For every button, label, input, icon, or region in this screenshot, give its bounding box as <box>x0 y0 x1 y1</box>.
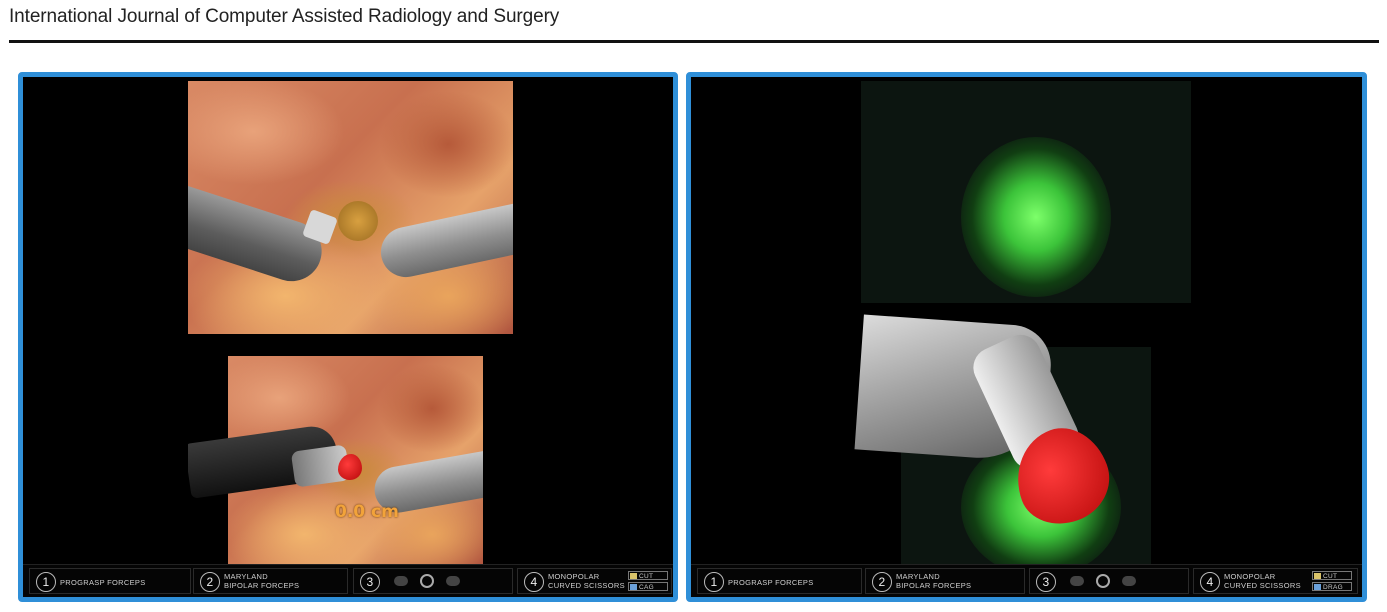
bipolar-instrument <box>376 199 513 282</box>
tissue-nodule <box>338 201 378 241</box>
arm-slot-4: 4 MONOPOLAR CURVED SCISSORS CUT CAG <box>517 568 672 594</box>
arm-number-1: 1 <box>36 572 56 592</box>
arm-number-1: 1 <box>704 572 724 592</box>
camera-scope-icon <box>1096 574 1110 588</box>
journal-title: International Journal of Computer Assist… <box>9 6 560 27</box>
energy-coag-tag: CAG <box>628 582 668 591</box>
left-console-status-bar: 1 PROGRASP FORCEPS 2 MARYLAND BIPOLAR FO… <box>23 564 673 597</box>
arm-slot-4: 4 MONOPOLAR CURVED SCISSORS CUT DRAG <box>1193 568 1358 594</box>
arm-label-1: PROGRASP FORCEPS <box>60 578 146 587</box>
arm-slot-1: 1 PROGRASP FORCEPS <box>697 568 862 594</box>
tumor-overlay-red <box>338 454 362 480</box>
camera-zoom-in-icon <box>446 576 460 586</box>
energy-cut-tag: CUT <box>1312 571 1352 580</box>
camera-zoom-out-icon <box>394 576 408 586</box>
energy-drag-tag: DRAG <box>1312 582 1352 591</box>
arm-number-4: 4 <box>524 572 544 592</box>
arm-slot-3-camera: 3 <box>1029 568 1189 594</box>
distance-readout: 0.0 cm <box>335 502 399 522</box>
right-fluorescence-view-panel: 1 PROGRASP FORCEPS 2 MARYLAND BIPOLAR FO… <box>686 72 1367 602</box>
arm-label-1: PROGRASP FORCEPS <box>728 578 814 587</box>
arm-label-2: MARYLAND BIPOLAR FORCEPS <box>224 572 300 590</box>
arm-number-2: 2 <box>872 572 892 592</box>
arm-number-3: 3 <box>1036 572 1056 592</box>
energy-cut-tag: CUT <box>628 571 668 580</box>
endoscopic-image-bottom: 0.0 cm <box>188 356 483 566</box>
arm-label-4: MONOPOLAR CURVED SCISSORS <box>1224 572 1301 590</box>
arm-label-2: MARYLAND BIPOLAR FORCEPS <box>896 572 972 590</box>
arm-slot-2: 2 MARYLAND BIPOLAR FORCEPS <box>865 568 1025 594</box>
camera-zoom-out-icon <box>1070 576 1084 586</box>
arm-label-4: MONOPOLAR CURVED SCISSORS <box>548 572 625 590</box>
header-rule <box>9 40 1379 43</box>
arm-number-3: 3 <box>360 572 380 592</box>
arm-slot-2: 2 MARYLAND BIPOLAR FORCEPS <box>193 568 348 594</box>
arm-number-2: 2 <box>200 572 220 592</box>
right-console-status-bar: 1 PROGRASP FORCEPS 2 MARYLAND BIPOLAR FO… <box>691 564 1362 597</box>
arm-number-4: 4 <box>1200 572 1220 592</box>
left-surgical-view-panel: 0.0 cm 1 PROGRASP FORCEPS 2 MARYLAND BIP… <box>18 72 678 602</box>
endoscopic-image-top <box>188 81 513 334</box>
arm-slot-1: 1 PROGRASP FORCEPS <box>29 568 191 594</box>
arm-slot-3-camera: 3 <box>353 568 513 594</box>
camera-zoom-in-icon <box>1122 576 1136 586</box>
camera-scope-icon <box>420 574 434 588</box>
fluorescence-glow-top <box>961 137 1111 297</box>
